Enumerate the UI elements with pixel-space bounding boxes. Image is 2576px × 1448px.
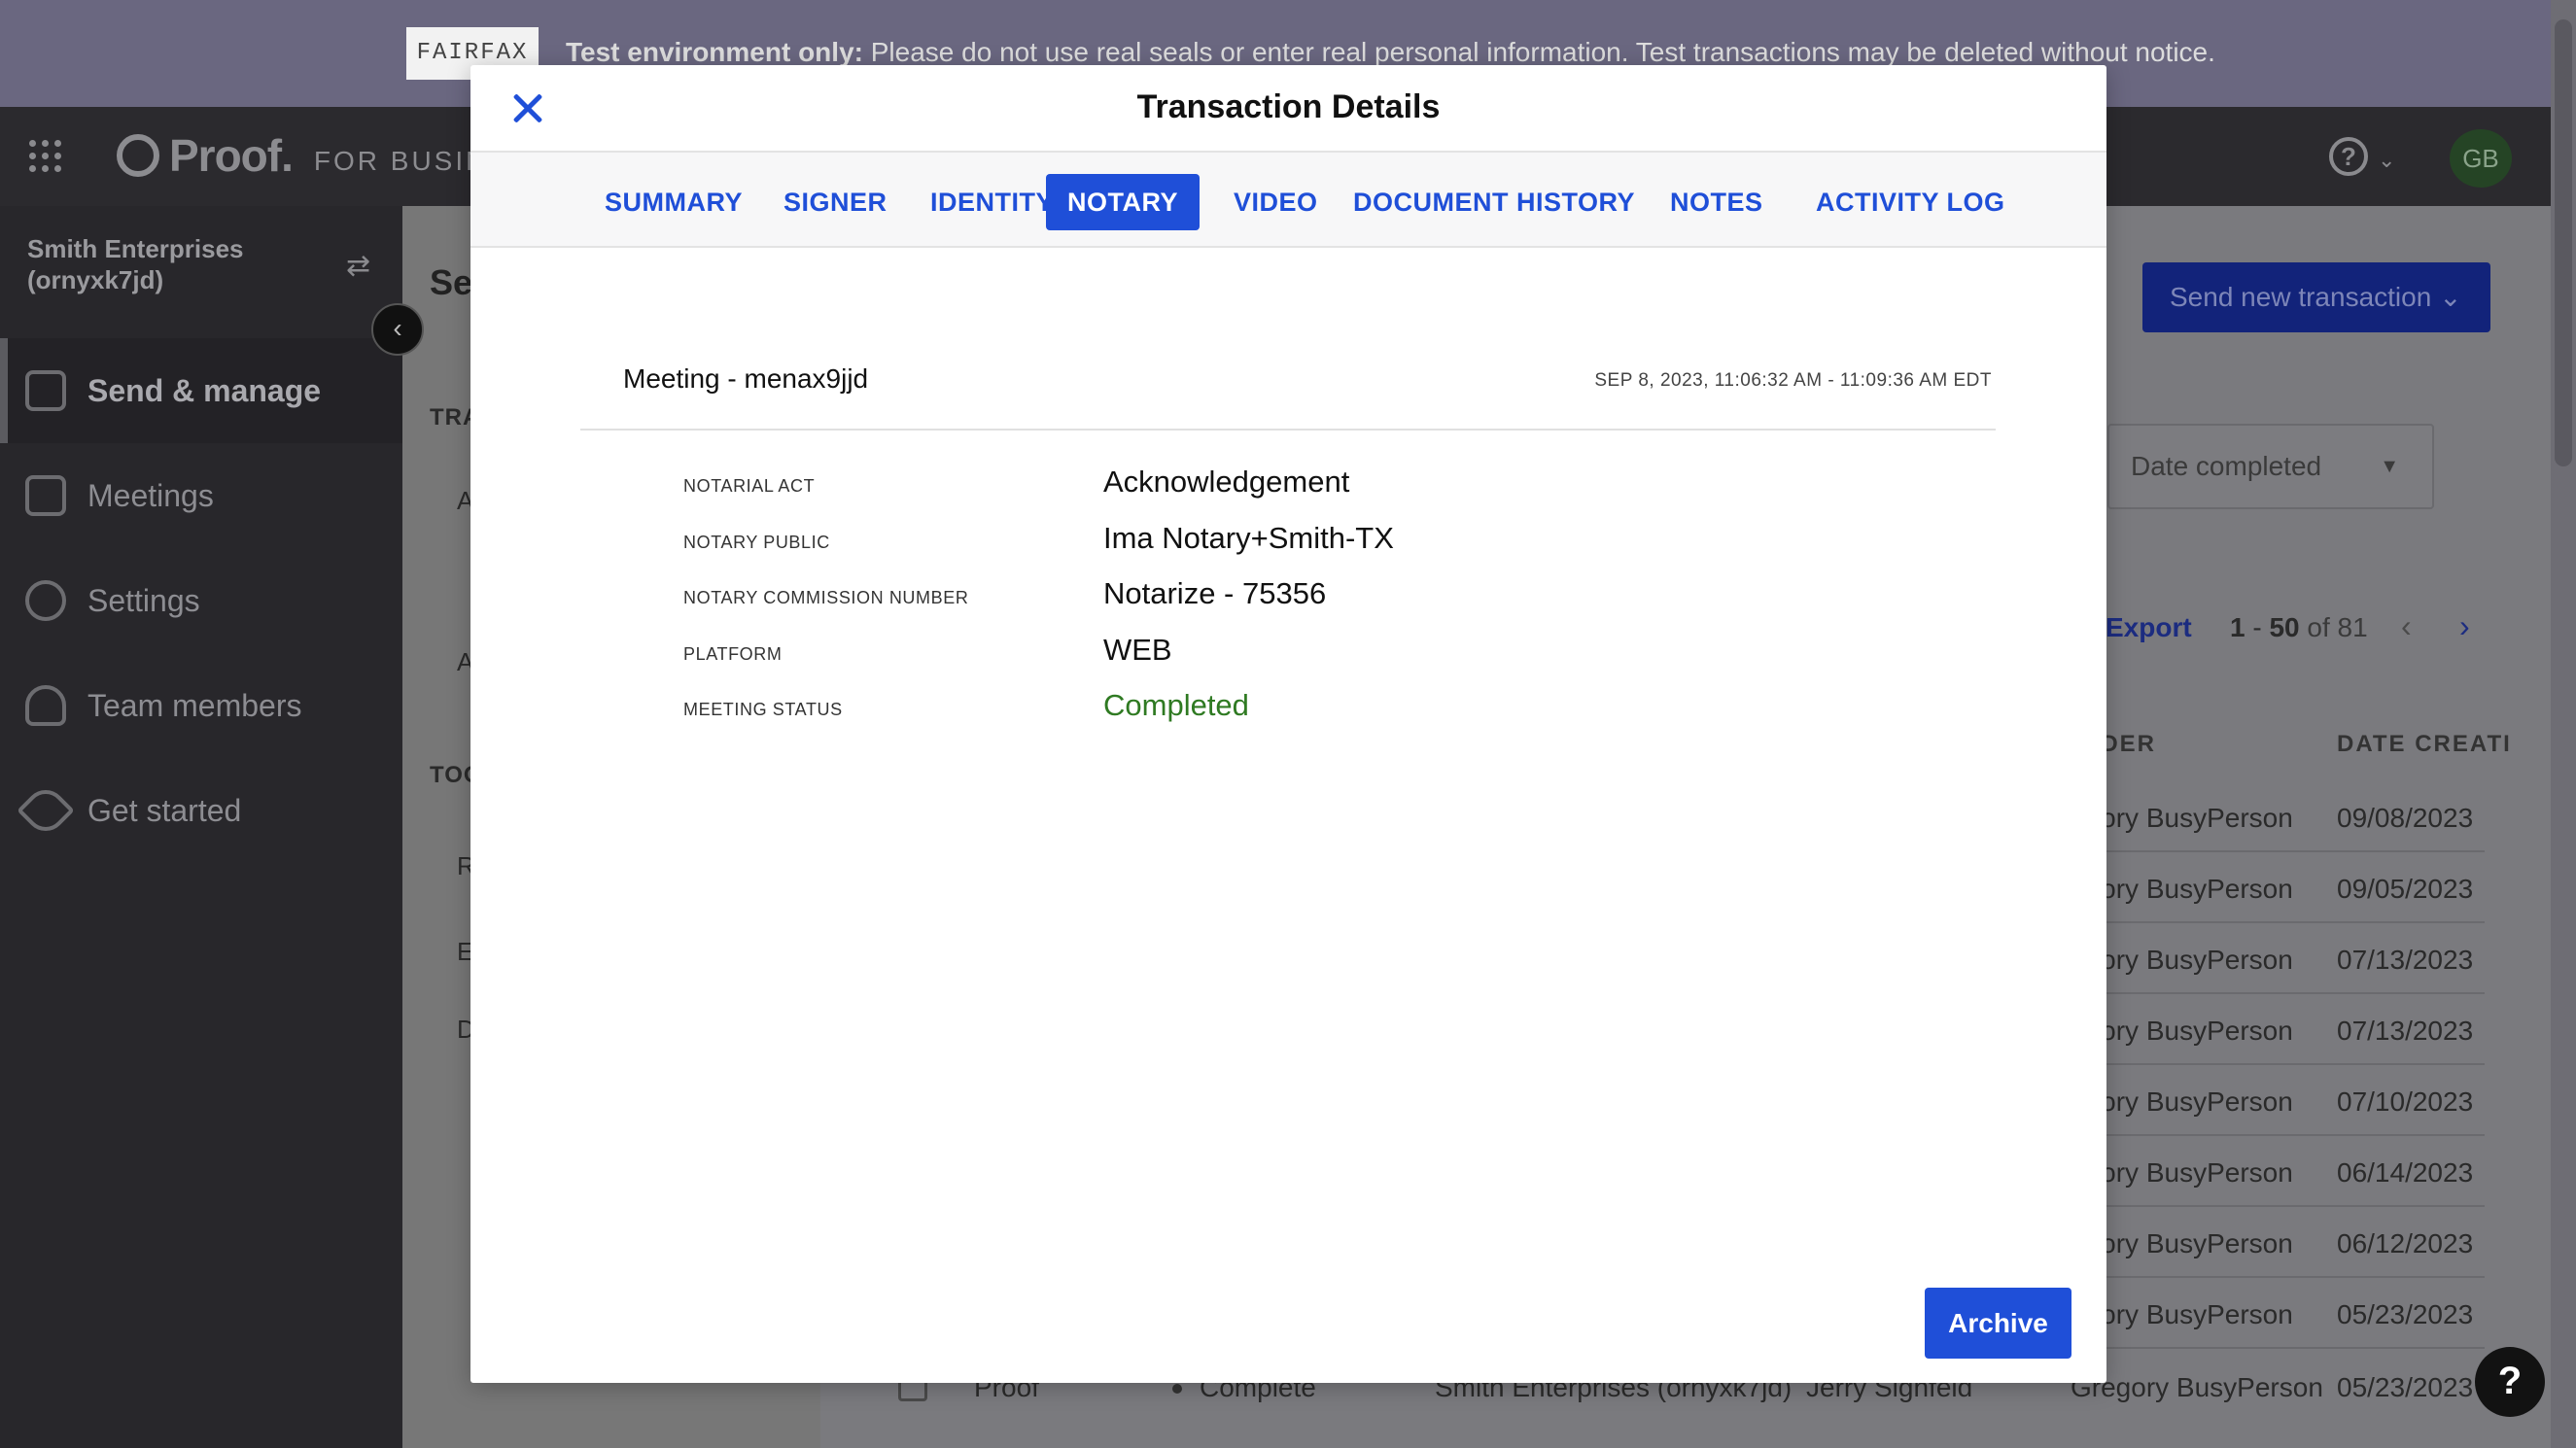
row-date: 09/05/2023 — [2337, 874, 2474, 904]
sidebar-item-label: Get started — [87, 792, 242, 828]
sidebar-item-send-manage[interactable]: Send & manage — [0, 338, 402, 443]
banner-notice-text: Please do not use real seals or enter re… — [862, 37, 2215, 67]
modal-header: Transaction Details — [470, 65, 2106, 153]
detail-notarial-act: NOTARIAL ACT Acknowledgement — [683, 465, 1947, 513]
sidebar-item-label: Team members — [87, 687, 302, 723]
brand-name: Proof. — [169, 130, 294, 181]
people-icon — [25, 685, 66, 726]
sidebar-item-team-members[interactable]: Team members — [0, 653, 402, 758]
detail-value: Ima Notary+Smith-TX — [1103, 521, 1394, 555]
tab-signer[interactable]: SIGNER — [762, 174, 909, 230]
chevron-down-icon: ⌄ — [2439, 282, 2462, 312]
help-fab-icon[interactable]: ? — [2475, 1347, 2545, 1417]
app-grid-icon[interactable] — [27, 138, 64, 175]
tab-notary[interactable]: NOTARY — [1046, 174, 1200, 230]
send-new-transaction-label: Send new transaction — [2170, 282, 2432, 312]
detail-platform: PLATFORM WEB — [683, 633, 1947, 681]
export-link[interactable]: Export — [2106, 612, 2192, 643]
row-date: 07/13/2023 — [2337, 1016, 2474, 1046]
status-dot-icon — [1172, 1384, 1182, 1394]
calendar-icon — [25, 475, 66, 516]
row-date: 05/23/2023 — [2337, 1372, 2474, 1402]
row-date: 05/23/2023 — [2337, 1299, 2474, 1329]
next-page-icon[interactable]: › — [2459, 608, 2470, 644]
gear-icon — [25, 580, 66, 621]
detail-label: MEETING STATUS — [683, 700, 843, 719]
pager-total: of 81 — [2307, 612, 2368, 642]
collapse-sidebar-button[interactable]: ‹ — [371, 303, 424, 356]
send-new-transaction-button[interactable]: Send new transaction ⌄ — [2142, 262, 2490, 332]
date-filter-label: Date completed — [2131, 451, 2322, 481]
pager-from: 1 — [2230, 612, 2245, 642]
sidebar-item-settings[interactable]: Settings — [0, 548, 402, 653]
tab-activity-log[interactable]: ACTIVITY LOG — [1794, 174, 2027, 230]
tab-notes[interactable]: NOTES — [1649, 174, 1785, 230]
tab-summary[interactable]: SUMMARY — [583, 174, 764, 230]
detail-value: WEB — [1103, 633, 1172, 667]
divider — [580, 429, 1996, 431]
sidebar: Smith Enterprises (ornyxk7jd) ⇄ Send & m… — [0, 206, 402, 1448]
close-icon[interactable] — [505, 86, 550, 131]
proof-logo-icon — [117, 134, 159, 177]
pagination-summary: 1 - 50 of 81 — [2230, 612, 2368, 642]
status-badge: Completed — [1103, 688, 1249, 722]
rocket-icon — [17, 781, 75, 840]
detail-label: NOTARY PUBLIC — [683, 533, 830, 552]
sidebar-item-label: Settings — [87, 582, 200, 618]
grid-icon — [25, 370, 66, 411]
row-date: 07/10/2023 — [2337, 1086, 2474, 1117]
scrollbar-thumb[interactable] — [2555, 19, 2572, 466]
banner-notice: Test environment only: Please do not use… — [566, 37, 2215, 68]
tab-history[interactable]: HISTORY — [1495, 174, 1656, 230]
row-date: 07/13/2023 — [2337, 945, 2474, 975]
pager-to: 50 — [2269, 612, 2300, 642]
detail-notary-public: NOTARY PUBLIC Ima Notary+Smith-TX — [683, 521, 1947, 569]
chevron-down-icon[interactable]: ⌄ — [2378, 148, 2395, 173]
column-header-date-created[interactable]: DATE CREATI — [2337, 731, 2512, 758]
row-date: 09/08/2023 — [2337, 803, 2474, 833]
row-date: 06/12/2023 — [2337, 1228, 2474, 1258]
modal-title: Transaction Details — [1136, 88, 1441, 125]
sidebar-item-get-started[interactable]: Get started — [0, 758, 402, 863]
tab-video[interactable]: VIDEO — [1212, 174, 1340, 230]
detail-meeting-status: MEETING STATUS Completed — [683, 688, 1947, 737]
date-completed-filter[interactable]: Date completed ▼ — [2107, 424, 2434, 509]
avatar[interactable]: GB — [2450, 129, 2512, 188]
detail-commission-number: NOTARY COMMISSION NUMBER Notarize - 7535… — [683, 576, 1947, 625]
detail-value: Notarize - 75356 — [1103, 576, 1327, 610]
switch-organization-icon[interactable]: ⇄ — [346, 249, 370, 283]
sidebar-item-meetings[interactable]: Meetings — [0, 443, 402, 548]
detail-label: PLATFORM — [683, 644, 783, 664]
archive-button[interactable]: Archive — [1925, 1288, 2071, 1359]
meeting-title: Meeting - menax9jjd — [623, 363, 869, 394]
banner-notice-bold: Test environment only: — [566, 37, 863, 67]
detail-value: Acknowledgement — [1103, 465, 1350, 499]
transaction-details-modal: Transaction Details SUMMARY SIGNER IDENT… — [470, 65, 2106, 1383]
row-date: 06/14/2023 — [2337, 1157, 2474, 1188]
help-icon[interactable]: ? — [2329, 137, 2368, 176]
detail-label: NOTARY COMMISSION NUMBER — [683, 588, 969, 607]
detail-label: NOTARIAL ACT — [683, 476, 816, 496]
caret-down-icon: ▼ — [2380, 456, 2399, 477]
sidebar-item-label: Meetings — [87, 477, 214, 513]
organization-name: Smith Enterprises (ornyxk7jd) — [27, 234, 244, 294]
row-sender: Gregory BusyPerson — [2071, 1372, 2323, 1402]
page-title: Se — [430, 262, 473, 302]
previous-page-icon[interactable]: ‹ — [2401, 608, 2412, 644]
meeting-time-range: SEP 8, 2023, 11:06:32 AM - 11:09:36 AM E… — [1594, 370, 1992, 391]
sidebar-item-label: Send & manage — [87, 372, 322, 408]
modal-tabs: SUMMARY SIGNER IDENTITY NOTARY VIDEO DOC… — [470, 153, 2106, 248]
